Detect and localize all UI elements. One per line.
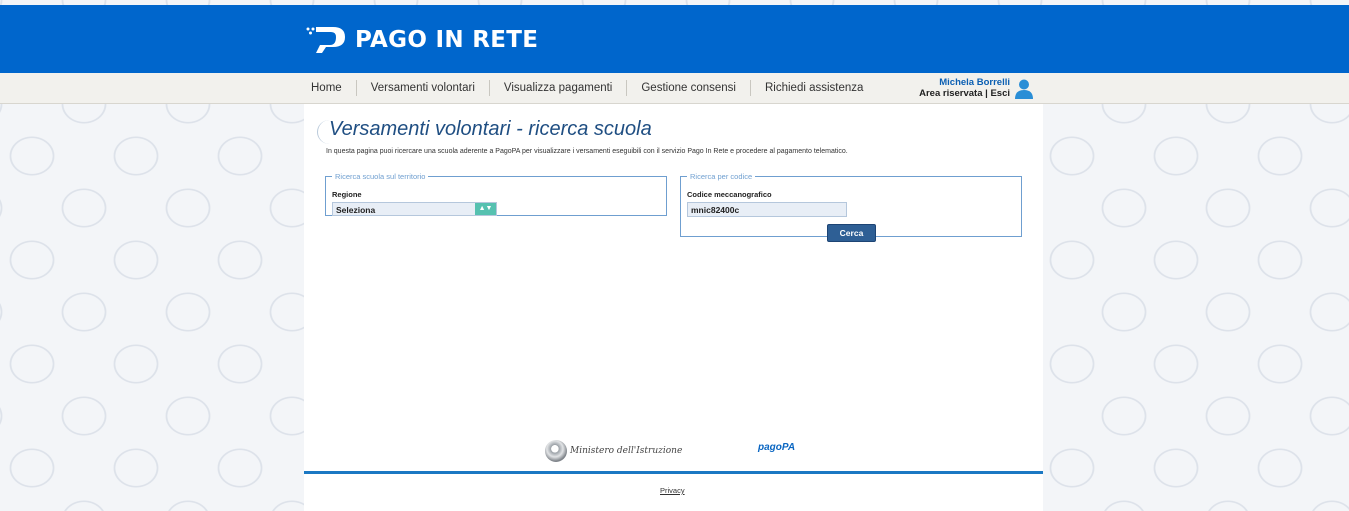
nav-visualizza-pagamenti[interactable]: Visualizza pagamenti — [490, 80, 628, 96]
region-label: Regione — [332, 190, 362, 199]
nav-richiedi-assistenza[interactable]: Richiedi assistenza — [751, 80, 877, 96]
nav-versamenti-volontari[interactable]: Versamenti volontari — [357, 80, 490, 96]
reserved-area-link[interactable]: Area riservata — [919, 88, 982, 99]
region-select-value: Seleziona — [336, 205, 376, 215]
main-content: Versamenti volontari - ricerca scuola In… — [304, 104, 1043, 511]
republic-emblem-icon — [545, 440, 567, 462]
page-title: Versamenti volontari - ricerca scuola — [329, 118, 652, 140]
app-title: PAGO IN RETE — [355, 27, 539, 53]
user-icon[interactable] — [1015, 79, 1033, 99]
select-updown-icon: ▲▼ — [475, 203, 496, 215]
ministry-name: Ministero dell'Istruzione — [570, 446, 683, 456]
region-select[interactable]: Seleziona ▲▼ — [332, 202, 497, 216]
page-intro: In questa pagina puoi ricercare una scuo… — [326, 148, 848, 155]
nav-home[interactable]: Home — [303, 80, 357, 96]
territory-search-panel: Ricerca scuola sul territorio Regione Se… — [325, 172, 667, 216]
nav-gestione-consensi[interactable]: Gestione consensi — [627, 80, 751, 96]
code-input[interactable]: mnic82400c — [687, 202, 847, 217]
pagopa-logo[interactable]: pagoPA — [758, 442, 795, 453]
search-button[interactable]: Cerca — [827, 224, 876, 242]
user-name[interactable]: Michela Borrelli — [880, 77, 1010, 88]
territory-search-legend: Ricerca scuola sul territorio — [335, 172, 426, 181]
privacy-link[interactable]: Privacy — [660, 486, 685, 495]
top-header: PAGO IN RETE — [0, 5, 1349, 73]
user-links: Area riservata | Esci — [880, 88, 1010, 100]
user-menu: Michela Borrelli Area riservata | Esci — [880, 77, 1010, 100]
main-navigation: Home Versamenti volontari Visualizza pag… — [0, 73, 1349, 104]
footer-divider — [304, 471, 1043, 474]
code-search-legend: Ricerca per codice — [690, 172, 753, 181]
pago-in-rete-logo-icon — [306, 27, 345, 53]
logout-link[interactable]: Esci — [990, 88, 1010, 99]
code-label: Codice meccanografico — [687, 190, 772, 199]
footer-logos: Ministero dell'Istruzione pagoPA — [545, 440, 845, 466]
link-separator: | — [985, 88, 988, 99]
app-logo[interactable]: PAGO IN RETE — [305, 25, 538, 55]
code-search-panel: Ricerca per codice Codice meccanografico… — [680, 172, 1022, 242]
ministry-logo[interactable]: Ministero dell'Istruzione — [545, 440, 682, 462]
